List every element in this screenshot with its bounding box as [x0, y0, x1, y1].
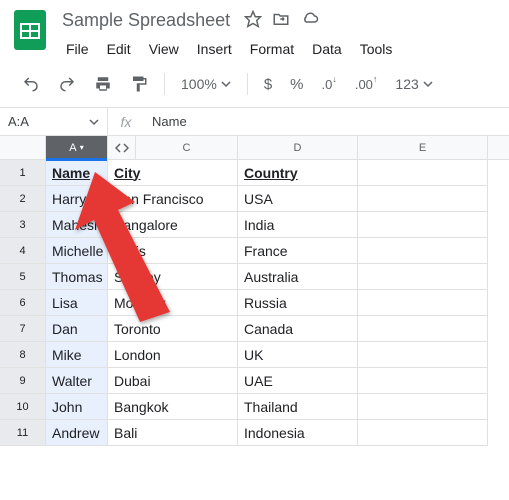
row-header[interactable]: 2 [0, 186, 46, 212]
document-title[interactable]: Sample Spreadsheet [58, 8, 234, 33]
paint-format-button[interactable] [124, 71, 154, 97]
app-header: Sample Spreadsheet File Edit View Insert… [0, 0, 509, 61]
cell[interactable]: San Francisco [108, 186, 238, 212]
decrease-decimals-button[interactable]: .0↓ [316, 73, 343, 96]
cell[interactable]: City [108, 160, 238, 186]
row-header[interactable]: 8 [0, 342, 46, 368]
cell[interactable]: Moscow [108, 290, 238, 316]
cell[interactable]: Thomas [46, 264, 108, 290]
cell[interactable]: Bangkok [108, 394, 238, 420]
cell[interactable]: Indonesia [238, 420, 358, 446]
cell[interactable]: UAE [238, 368, 358, 394]
zoom-dropdown[interactable]: 100% [175, 72, 237, 96]
sheets-logo-icon [12, 8, 48, 52]
menu-file[interactable]: File [58, 37, 97, 61]
menu-format[interactable]: Format [242, 37, 302, 61]
cell[interactable]: India [238, 212, 358, 238]
cell[interactable] [358, 368, 488, 394]
cell[interactable]: Andrew [46, 420, 108, 446]
column-header-E[interactable]: E [358, 136, 488, 159]
cell[interactable]: Bali [108, 420, 238, 446]
name-box[interactable]: A:A [0, 108, 108, 135]
move-folder-icon[interactable] [272, 10, 290, 31]
name-box-row: A:A fx Name [0, 108, 509, 136]
cell[interactable]: Name [46, 160, 108, 186]
cell[interactable] [358, 290, 488, 316]
menu-insert[interactable]: Insert [189, 37, 240, 61]
row-header[interactable]: 3 [0, 212, 46, 238]
cell[interactable]: Dan [46, 316, 108, 342]
cloud-status-icon[interactable] [300, 10, 320, 31]
increase-decimals-button[interactable]: .00↑ [349, 73, 384, 96]
row-header[interactable]: 10 [0, 394, 46, 420]
cell[interactable]: Canada [238, 316, 358, 342]
cell[interactable] [358, 316, 488, 342]
row-header[interactable]: 4 [0, 238, 46, 264]
cell[interactable] [358, 342, 488, 368]
cell[interactable]: London [108, 342, 238, 368]
redo-button[interactable] [52, 71, 82, 97]
cell[interactable] [358, 212, 488, 238]
select-all-corner[interactable] [0, 136, 46, 159]
cell[interactable]: Bangalore [108, 212, 238, 238]
undo-button[interactable] [16, 71, 46, 97]
toolbar-separator [164, 73, 165, 95]
cell[interactable]: Russia [238, 290, 358, 316]
more-formats-dropdown[interactable]: 123 [389, 72, 438, 96]
cell[interactable]: Harry [46, 186, 108, 212]
cell[interactable] [358, 186, 488, 212]
cell[interactable]: John [46, 394, 108, 420]
toolbar-separator [247, 73, 248, 95]
menu-edit[interactable]: Edit [99, 37, 139, 61]
cell[interactable]: Australia [238, 264, 358, 290]
row-header[interactable]: 11 [0, 420, 46, 446]
row-header[interactable]: 1 [0, 160, 46, 186]
cell[interactable]: Mahesh [46, 212, 108, 238]
toolbar: 100% $ % .0↓ .00↑ 123 [0, 61, 509, 108]
hidden-columns-indicator[interactable] [108, 136, 136, 159]
cell[interactable]: UK [238, 342, 358, 368]
menu-tools[interactable]: Tools [352, 37, 401, 61]
cell[interactable] [358, 394, 488, 420]
row-header[interactable]: 5 [0, 264, 46, 290]
cell[interactable]: Walter [46, 368, 108, 394]
column-header-D[interactable]: D [238, 136, 358, 159]
menu-view[interactable]: View [141, 37, 187, 61]
cell[interactable]: Dubai [108, 368, 238, 394]
cell[interactable] [358, 264, 488, 290]
formula-bar[interactable]: Name [144, 114, 509, 129]
spreadsheet-grid: A ▾ C D E 1NameCityCountry 2HarrySan Fran… [0, 136, 509, 446]
row-header[interactable]: 9 [0, 368, 46, 394]
column-header-A[interactable]: A ▾ [46, 136, 108, 159]
menu-data[interactable]: Data [304, 37, 350, 61]
cell[interactable]: Sydney [108, 264, 238, 290]
print-button[interactable] [88, 71, 118, 97]
star-icon[interactable] [244, 10, 262, 31]
fx-icon: fx [108, 114, 144, 130]
cell[interactable]: Toronto [108, 316, 238, 342]
cell[interactable] [358, 420, 488, 446]
column-header-C[interactable]: C [136, 136, 238, 159]
menu-bar: File Edit View Insert Format Data Tools [58, 37, 497, 61]
row-header[interactable]: 6 [0, 290, 46, 316]
cell[interactable]: Lisa [46, 290, 108, 316]
row-header[interactable]: 7 [0, 316, 46, 342]
cell[interactable]: Thailand [238, 394, 358, 420]
cell[interactable]: France [238, 238, 358, 264]
cell[interactable]: USA [238, 186, 358, 212]
cell[interactable] [358, 160, 488, 186]
cell[interactable] [358, 238, 488, 264]
cell[interactable]: Country [238, 160, 358, 186]
percent-button[interactable]: % [284, 72, 309, 97]
cell[interactable]: Michelle [46, 238, 108, 264]
cell[interactable]: Mike [46, 342, 108, 368]
currency-button[interactable]: $ [258, 72, 278, 97]
cell[interactable]: Paris [108, 238, 238, 264]
